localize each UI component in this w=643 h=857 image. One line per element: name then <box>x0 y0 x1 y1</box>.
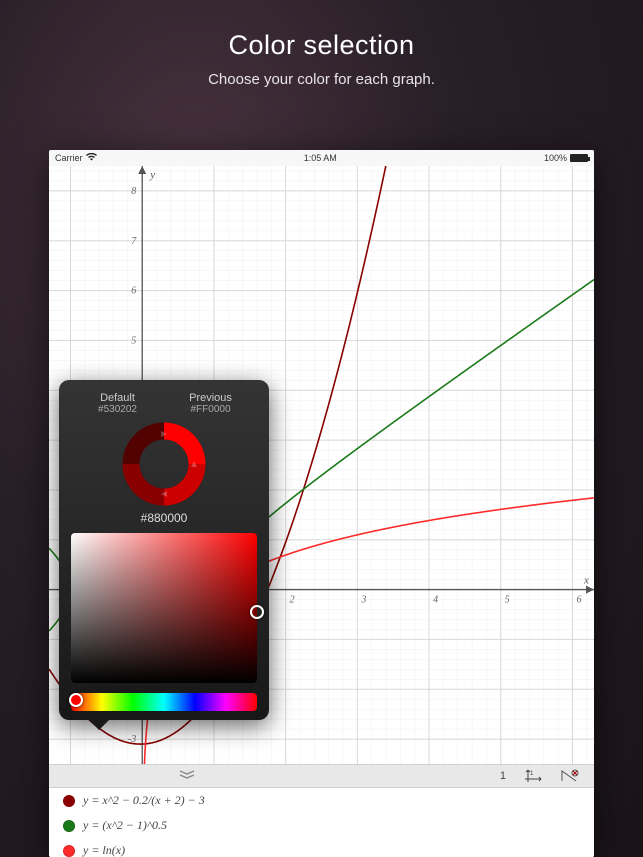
function-list: y = x^2 − 0.2/(x + 2) − 3 y = (x^2 − 1)^0… <box>49 788 594 857</box>
device-frame: Carrier 1:05 AM 100% 0123456-112345678-1… <box>49 150 594 857</box>
color-picker[interactable]: Default #530202 Previous #FF0000 #880000 <box>59 380 269 720</box>
svg-text:2: 2 <box>290 595 295 606</box>
default-hex: #530202 <box>71 404 164 415</box>
function-color-dot[interactable] <box>63 795 75 807</box>
unit-label: 1 <box>496 770 510 782</box>
function-color-dot[interactable] <box>63 820 75 832</box>
svg-text:5: 5 <box>505 595 510 606</box>
function-row[interactable]: y = x^2 − 0.2/(x + 2) − 3 <box>49 788 594 813</box>
svg-text:5: 5 <box>131 335 136 346</box>
function-expr: y = ln(x) <box>83 843 125 857</box>
status-bar: Carrier 1:05 AM 100% <box>49 150 594 166</box>
default-swatch[interactable]: Default #530202 <box>71 392 164 415</box>
settings-button[interactable] <box>556 769 584 783</box>
axes-toggle-button[interactable]: 1 <box>520 769 546 783</box>
svg-text:6: 6 <box>131 286 136 297</box>
carrier-label: Carrier <box>55 153 83 163</box>
promo-subtitle: Choose your color for each graph. <box>0 71 643 88</box>
function-color-dot[interactable] <box>63 845 75 857</box>
selected-hex: #880000 <box>71 511 257 525</box>
hue-handle[interactable] <box>69 693 83 707</box>
svg-text:3: 3 <box>360 595 366 606</box>
wifi-icon <box>86 153 97 163</box>
hue-slider[interactable] <box>71 693 257 711</box>
saturation-handle[interactable] <box>250 605 264 619</box>
svg-text:y: y <box>149 169 155 181</box>
svg-text:8: 8 <box>131 186 136 197</box>
color-ring[interactable] <box>71 421 257 507</box>
graph-toolbar: 1 1 <box>49 764 594 788</box>
battery-icon <box>570 154 588 162</box>
function-row[interactable]: y = (x^2 − 1)^0.5 <box>49 813 594 838</box>
function-expr: y = x^2 − 0.2/(x + 2) − 3 <box>83 793 205 808</box>
battery-pct: 100% <box>544 153 567 163</box>
function-expr: y = (x^2 − 1)^0.5 <box>83 818 167 833</box>
previous-label: Previous <box>164 392 257 404</box>
previous-hex: #FF0000 <box>164 404 257 415</box>
svg-text:1: 1 <box>530 771 534 777</box>
svg-text:x: x <box>583 575 589 587</box>
saturation-box[interactable] <box>71 533 257 683</box>
default-label: Default <box>71 392 164 404</box>
svg-text:4: 4 <box>433 595 438 606</box>
clock: 1:05 AM <box>304 153 337 163</box>
previous-swatch[interactable]: Previous #FF0000 <box>164 392 257 415</box>
function-row[interactable]: y = ln(x) <box>49 838 594 857</box>
expand-icon[interactable] <box>179 770 195 783</box>
svg-text:6: 6 <box>576 595 581 606</box>
promo-title: Color selection <box>0 30 643 61</box>
